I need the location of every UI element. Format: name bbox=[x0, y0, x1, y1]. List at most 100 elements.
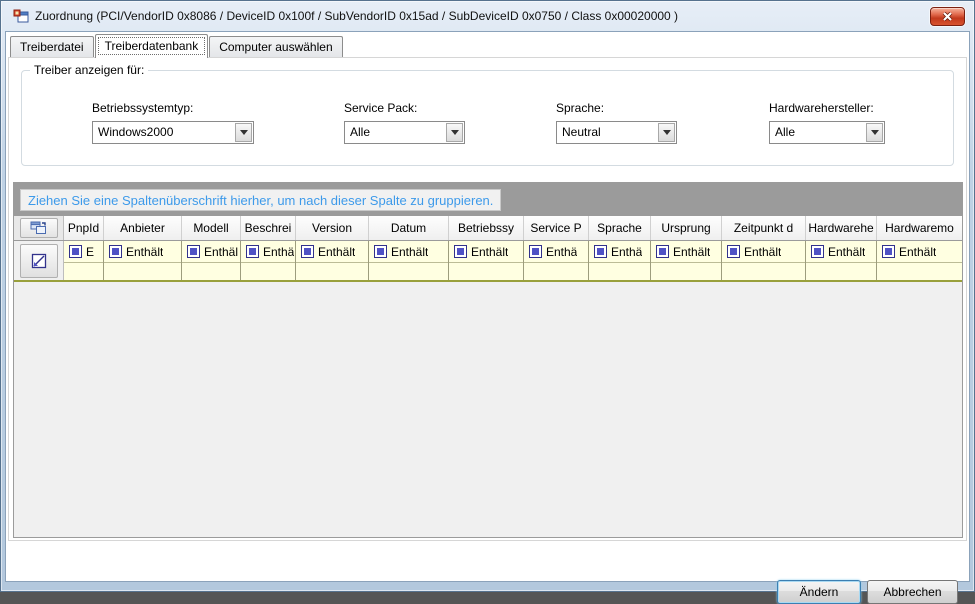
service-pack-combobox[interactable]: Alle bbox=[344, 121, 465, 144]
column-header[interactable]: Zeitpunkt d bbox=[722, 216, 806, 240]
column-header[interactable]: PnpId bbox=[64, 216, 104, 240]
window-title: Zuordnung (PCI/VendorID 0x8086 / DeviceI… bbox=[35, 9, 678, 23]
filter-cell: Enthält bbox=[651, 241, 722, 280]
filter-operator-button[interactable]: Enthält bbox=[877, 241, 962, 263]
filter-cell: Enthält bbox=[877, 241, 962, 280]
close-button[interactable] bbox=[930, 7, 965, 26]
combo-value: Neutral bbox=[558, 123, 658, 142]
column-header[interactable]: Beschrei bbox=[241, 216, 296, 240]
filter-value-input[interactable] bbox=[877, 263, 962, 280]
column-header[interactable]: Hardwaremo bbox=[877, 216, 962, 240]
filter-value-input[interactable] bbox=[241, 263, 295, 280]
service-pack-label: Service Pack: bbox=[344, 101, 465, 115]
filter-operator-button[interactable]: Enthält bbox=[722, 241, 805, 263]
filter-cell: Enthä bbox=[524, 241, 589, 280]
filter-value-input[interactable] bbox=[651, 263, 721, 280]
filter-operator-icon bbox=[529, 245, 542, 258]
filter-operator-button[interactable]: Enthä bbox=[524, 241, 588, 263]
language-field: Sprache: Neutral bbox=[556, 101, 677, 144]
column-header[interactable]: Ursprung bbox=[651, 216, 722, 240]
groupbox-label: Treiber anzeigen für: bbox=[30, 63, 148, 77]
dialog-client-area: Treiberdatei Treiberdatenbank Computer a… bbox=[5, 31, 970, 582]
filter-operator-button[interactable]: Enthält bbox=[806, 241, 876, 263]
filter-cell: Enthält bbox=[369, 241, 449, 280]
filter-operator-button[interactable]: Enthä bbox=[589, 241, 650, 263]
clear-filter-button[interactable] bbox=[20, 244, 58, 278]
language-combobox[interactable]: Neutral bbox=[556, 121, 677, 144]
grid-filter-row: E Enthält Enthäl bbox=[14, 241, 962, 282]
close-icon bbox=[942, 12, 953, 21]
column-header[interactable]: Sprache bbox=[589, 216, 651, 240]
column-header[interactable]: Service P bbox=[524, 216, 589, 240]
filter-operator-button[interactable]: Enthält bbox=[369, 241, 448, 263]
dropdown-button[interactable] bbox=[866, 123, 883, 142]
filter-value-input[interactable] bbox=[449, 263, 523, 280]
titlebar: Zuordnung (PCI/VendorID 0x8086 / DeviceI… bbox=[5, 1, 970, 31]
filter-operator-icon bbox=[594, 245, 607, 258]
filter-operator-icon bbox=[109, 245, 122, 258]
groupby-hint: Ziehen Sie eine Spaltenüberschrift hierh… bbox=[20, 189, 501, 211]
filter-operator-button[interactable]: Enthält bbox=[104, 241, 181, 263]
app-icon bbox=[13, 8, 29, 24]
column-header[interactable]: Hardwarehe bbox=[806, 216, 877, 240]
dropdown-button[interactable] bbox=[658, 123, 675, 142]
grouping-panels-icon bbox=[30, 221, 47, 235]
dropdown-button[interactable] bbox=[235, 123, 252, 142]
filter-operator-icon bbox=[727, 245, 740, 258]
filter-operator-button[interactable]: Enthält bbox=[449, 241, 523, 263]
cancel-button[interactable]: Abbrechen bbox=[867, 580, 958, 604]
tabpage-treiberdatenbank: Treiber anzeigen für: Betriebssystemtyp:… bbox=[8, 57, 967, 541]
column-header[interactable]: Modell bbox=[182, 216, 241, 240]
tab-treiberdatenbank[interactable]: Treiberdatenbank bbox=[95, 34, 209, 58]
service-pack-field: Service Pack: Alle bbox=[344, 101, 465, 144]
tab-treiberdatei[interactable]: Treiberdatei bbox=[10, 36, 94, 57]
column-header[interactable]: Betriebssy bbox=[449, 216, 524, 240]
filter-value-input[interactable] bbox=[722, 263, 805, 280]
column-header[interactable]: Version bbox=[296, 216, 369, 240]
column-header[interactable]: Anbieter bbox=[104, 216, 182, 240]
filter-value-input[interactable] bbox=[806, 263, 876, 280]
filter-cell: Enthält bbox=[449, 241, 524, 280]
filter-operator-button[interactable]: E bbox=[64, 241, 103, 263]
dialog-window: Zuordnung (PCI/VendorID 0x8086 / DeviceI… bbox=[0, 0, 975, 592]
filter-operator-button[interactable]: Enthält bbox=[296, 241, 368, 263]
band-selector-button[interactable] bbox=[20, 218, 58, 238]
combo-value: Alle bbox=[771, 123, 866, 142]
filter-value-input[interactable] bbox=[182, 263, 240, 280]
language-label: Sprache: bbox=[556, 101, 677, 115]
caret-down-icon bbox=[451, 130, 459, 135]
filter-value-input[interactable] bbox=[296, 263, 368, 280]
filter-operator-button[interactable]: Enthä bbox=[241, 241, 295, 263]
hardware-vendor-label: Hardwarehersteller: bbox=[769, 101, 885, 115]
column-header[interactable]: Datum bbox=[369, 216, 449, 240]
filter-operator-icon bbox=[374, 245, 387, 258]
dropdown-button[interactable] bbox=[446, 123, 463, 142]
tab-computer-auswaehlen[interactable]: Computer auswählen bbox=[209, 36, 342, 57]
combo-value: Windows2000 bbox=[94, 123, 235, 142]
filter-operator-icon bbox=[454, 245, 467, 258]
change-button[interactable]: Ändern bbox=[777, 580, 861, 604]
caret-down-icon bbox=[663, 130, 671, 135]
filter-value-input[interactable] bbox=[64, 263, 103, 280]
filter-cell: Enthä bbox=[589, 241, 651, 280]
caret-down-icon bbox=[871, 130, 879, 135]
grid-corner-cell bbox=[14, 216, 64, 240]
filter-value-input[interactable] bbox=[369, 263, 448, 280]
groupby-drop-bar[interactable]: Ziehen Sie eine Spaltenüberschrift hierh… bbox=[14, 183, 962, 216]
grid-body-empty bbox=[14, 282, 962, 537]
filter-value-input[interactable] bbox=[104, 263, 181, 280]
grid-header-row: PnpId Anbieter Modell Beschrei Version D… bbox=[14, 216, 962, 241]
filter-operator-button[interactable]: Enthält bbox=[651, 241, 721, 263]
hardware-vendor-combobox[interactable]: Alle bbox=[769, 121, 885, 144]
filter-value-input[interactable] bbox=[589, 263, 650, 280]
filter-operator-button[interactable]: Enthäl bbox=[182, 241, 240, 263]
os-type-combobox[interactable]: Windows2000 bbox=[92, 121, 254, 144]
combo-value: Alle bbox=[346, 123, 446, 142]
filter-cell: Enthält bbox=[104, 241, 182, 280]
filter-value-input[interactable] bbox=[524, 263, 588, 280]
tabstrip: Treiberdatei Treiberdatenbank Computer a… bbox=[10, 33, 344, 57]
filter-cell: E bbox=[64, 241, 104, 280]
filter-row-selector-cell bbox=[14, 241, 64, 280]
driver-database-grid: Ziehen Sie eine Spaltenüberschrift hierh… bbox=[13, 182, 963, 538]
filter-operator-icon bbox=[656, 245, 669, 258]
